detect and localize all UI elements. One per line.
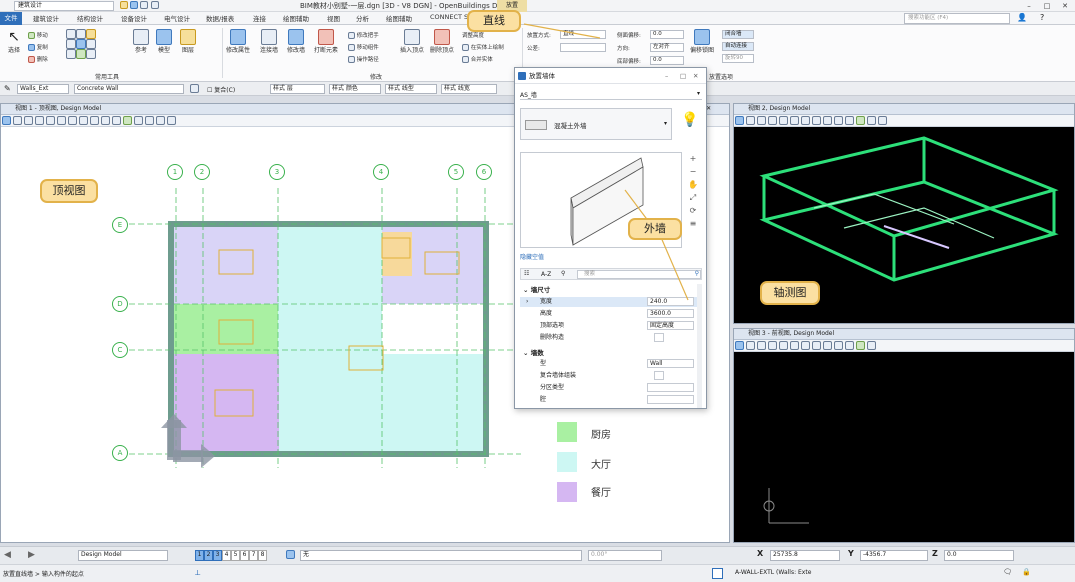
view-button-1[interactable]: 1 <box>195 550 204 561</box>
lock-icon[interactable]: 🔒 <box>1022 568 1031 576</box>
x-coordinate[interactable]: 25735.8 <box>770 550 840 561</box>
view-control-bar: ◀ ▶ Design Model 1 2 3 4 5 6 7 8 无 0.00°… <box>0 546 1075 564</box>
callout-leaders <box>523 23 689 301</box>
command-prompt: 放置直线墙 > 输入构件的起点 <box>3 571 84 578</box>
view-button-7[interactable]: 7 <box>249 550 258 561</box>
view-button-3[interactable]: 3 <box>213 550 222 561</box>
forward-icon[interactable]: ▶ <box>28 550 35 560</box>
element-selection-icon[interactable] <box>712 568 723 579</box>
y-coordinate[interactable]: -4356.7 <box>860 550 928 561</box>
z-label: Z <box>932 549 938 558</box>
message-icon[interactable]: 🗨 <box>1003 568 1012 576</box>
snap-icon[interactable]: ⟂ <box>195 568 200 578</box>
level-select[interactable]: 无 <box>300 550 582 561</box>
view-button-4[interactable]: 4 <box>222 550 231 561</box>
callout-iso-view: 轴测图 <box>760 281 820 305</box>
callout-outer-wall: 外墙 <box>628 218 682 240</box>
callout-line: 直线 <box>467 10 521 32</box>
view-button-6[interactable]: 6 <box>240 550 249 561</box>
view-button-2[interactable]: 2 <box>204 550 213 561</box>
x-label: X <box>757 549 764 558</box>
callout-top-view: 顶视图 <box>40 179 98 203</box>
view-button-5[interactable]: 5 <box>231 550 240 561</box>
view-button-8[interactable]: 8 <box>258 550 267 561</box>
level-icon <box>286 550 295 559</box>
element-info-text: A-WALL-EXTL (Walls: Exte <box>735 569 812 576</box>
angle-input[interactable]: 0.00° <box>588 550 662 561</box>
model-select[interactable]: Design Model <box>78 550 168 561</box>
status-bar: 放置直线墙 > 输入构件的起点 ⟂ A-WALL-EXTL (Walls: Ex… <box>0 564 1075 582</box>
back-icon[interactable]: ◀ <box>4 550 11 560</box>
z-coordinate[interactable]: 0.0 <box>944 550 1014 561</box>
y-label: Y <box>848 549 854 558</box>
